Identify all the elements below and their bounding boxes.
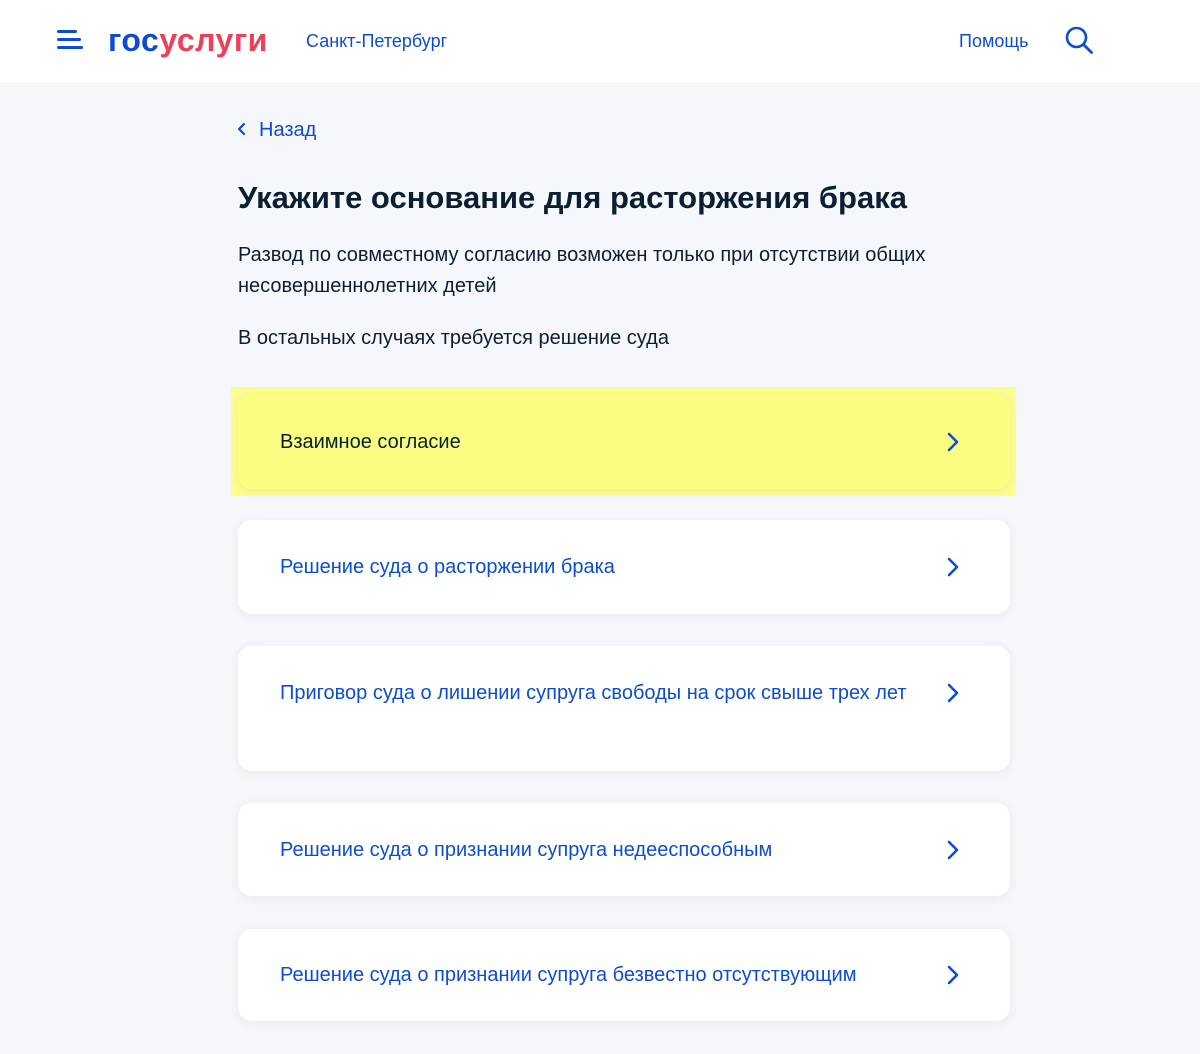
chevron-right-icon (947, 840, 959, 860)
logo-part-uslugi: услуги (159, 22, 268, 58)
option-label: Приговор суда о лишении супруга свободы … (280, 682, 907, 704)
chevron-right-icon (947, 965, 959, 985)
option-label: Решение суда о признании супруга безвест… (280, 964, 857, 986)
chevron-left-icon[interactable] (236, 121, 248, 137)
option-court-incapacity[interactable]: Решение суда о признании супруга недеесп… (238, 803, 1010, 896)
chevron-right-icon (947, 557, 959, 577)
option-label: Решение суда о признании супруга недеесп… (280, 839, 773, 861)
option-court-sentence-imprisonment[interactable]: Приговор суда о лишении супруга свободы … (238, 646, 1010, 771)
option-mutual-consent[interactable]: Взаимное согласие (238, 394, 1010, 489)
option-label: Взаимное согласие (280, 431, 461, 453)
chevron-right-icon (947, 683, 959, 703)
chevron-right-icon (947, 432, 959, 452)
option-court-missing[interactable]: Решение суда о признании супруга безвест… (238, 929, 1010, 1021)
option-label: Решение суда о расторжении брака (280, 556, 615, 578)
gosuslugi-logo[interactable]: госуслуги (108, 20, 268, 60)
page-title: Укажите основание для расторжения брака (238, 180, 907, 215)
region-selector[interactable]: Санкт-Петербург (306, 29, 447, 53)
search-icon[interactable] (1064, 25, 1094, 55)
option-court-divorce-decision[interactable]: Решение суда о расторжении брака (238, 520, 1010, 614)
page-note: В остальных случаях требуется решение су… (238, 327, 669, 349)
burger-line (57, 38, 81, 41)
logo-part-gos: гос (108, 22, 160, 58)
burger-menu-icon[interactable] (57, 28, 83, 52)
back-link[interactable]: Назад (259, 117, 316, 143)
help-link[interactable]: Помощь (959, 29, 1029, 53)
page-description: Развод по совместному согласию возможен … (238, 244, 926, 297)
burger-line (57, 30, 77, 33)
site-header: госуслуги Санкт-Петербург Помощь (0, 0, 1200, 82)
burger-line (57, 46, 83, 49)
